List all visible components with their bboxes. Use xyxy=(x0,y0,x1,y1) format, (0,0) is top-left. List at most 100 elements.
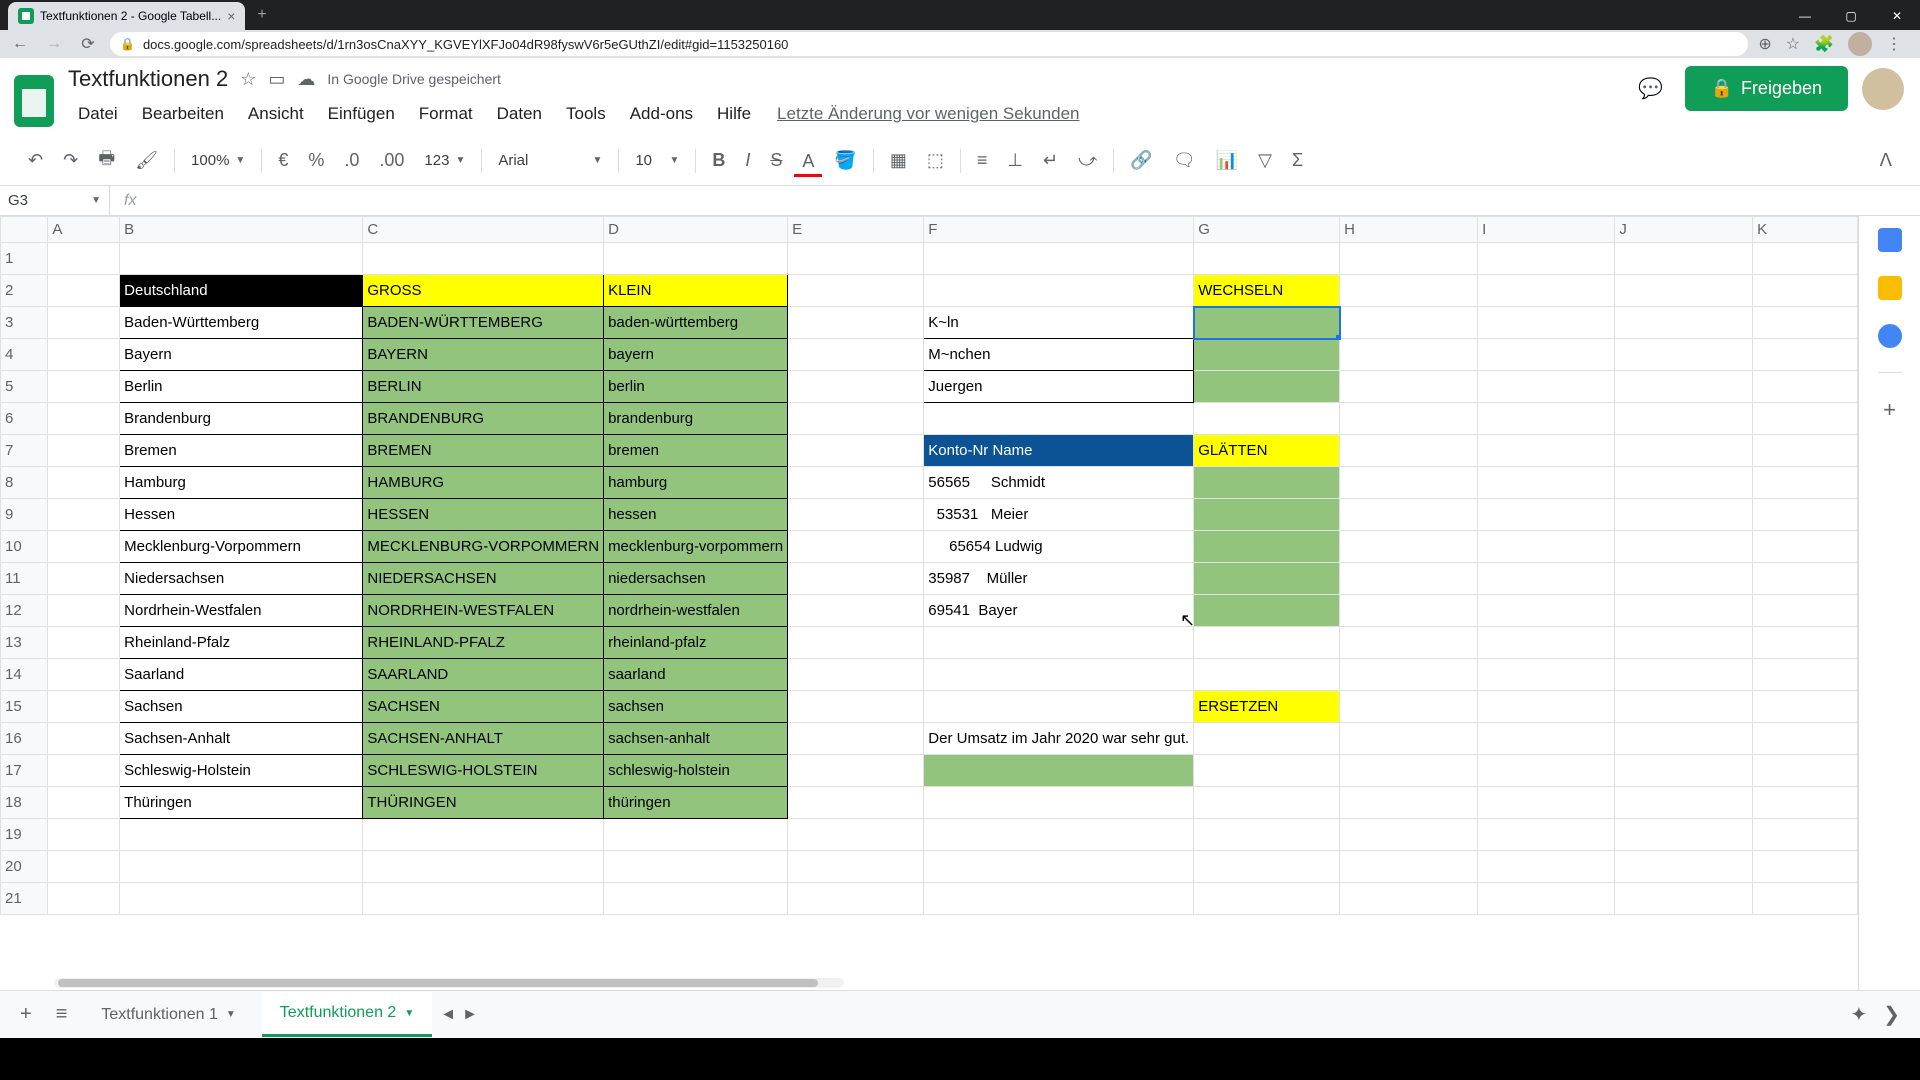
col-header[interactable]: J xyxy=(1615,217,1753,243)
explore-button[interactable]: ✦ xyxy=(1850,1002,1867,1027)
cell[interactable]: SACHSEN-ANHALT xyxy=(363,723,604,755)
new-tab-button[interactable]: + xyxy=(245,6,278,24)
row-header[interactable]: 11 xyxy=(1,563,48,595)
bold-button[interactable]: B xyxy=(704,144,733,177)
document-title[interactable]: Textfunktionen 2 xyxy=(68,66,228,92)
name-box[interactable]: G3 ▼ xyxy=(0,186,110,215)
cell[interactable] xyxy=(1194,499,1340,531)
number-format-select[interactable]: 123▼ xyxy=(416,148,473,173)
redo-button[interactable]: ↷ xyxy=(55,144,86,177)
col-header[interactable]: E xyxy=(788,217,924,243)
increase-decimal-button[interactable]: .00 xyxy=(371,144,412,177)
close-window-button[interactable]: ✕ xyxy=(1874,2,1920,30)
cell[interactable]: THÜRINGEN xyxy=(363,787,604,819)
cell[interactable]: 35987 Müller xyxy=(924,563,1194,595)
select-all-cell[interactable] xyxy=(1,217,48,243)
menu-format[interactable]: Format xyxy=(409,100,483,128)
back-button[interactable]: ← xyxy=(8,35,32,53)
cell[interactable]: ERSETZEN xyxy=(1194,691,1340,723)
row-header[interactable]: 13 xyxy=(1,627,48,659)
cell[interactable]: NORDRHEIN-WESTFALEN xyxy=(363,595,604,627)
cell[interactable]: 53531 Meier xyxy=(924,499,1194,531)
row-header[interactable]: 9 xyxy=(1,499,48,531)
all-sheets-button[interactable]: ≡ xyxy=(48,995,76,1034)
menu-tools[interactable]: Tools xyxy=(556,100,616,128)
print-button[interactable]: 🖶 xyxy=(90,140,123,182)
row-header[interactable]: 17 xyxy=(1,755,48,787)
menu-addons[interactable]: Add-ons xyxy=(620,100,703,128)
borders-button[interactable]: ▦ xyxy=(882,144,915,177)
cell[interactable]: sachsen xyxy=(604,691,788,723)
wrap-button[interactable]: ↵ xyxy=(1035,144,1066,177)
menu-data[interactable]: Daten xyxy=(487,100,552,128)
cell[interactable]: hamburg xyxy=(604,467,788,499)
chart-button[interactable]: 📊 xyxy=(1208,144,1246,177)
collapse-toolbar-button[interactable]: ᐱ xyxy=(1872,144,1900,177)
zoom-icon[interactable]: ⊕ xyxy=(1758,34,1771,54)
merge-button[interactable]: ⬚ xyxy=(919,144,952,177)
cell[interactable]: K~ln xyxy=(924,307,1194,339)
add-sheet-button[interactable]: + xyxy=(12,995,40,1034)
cell[interactable] xyxy=(924,755,1194,787)
cell[interactable]: thüringen xyxy=(604,787,788,819)
cell[interactable]: schleswig-holstein xyxy=(604,755,788,787)
account-avatar[interactable] xyxy=(1862,68,1904,110)
col-header[interactable]: D xyxy=(604,217,788,243)
cell[interactable]: Sachsen-Anhalt xyxy=(120,723,363,755)
row-header[interactable]: 12 xyxy=(1,595,48,627)
row-header[interactable]: 19 xyxy=(1,819,48,851)
h-align-button[interactable]: ≡ xyxy=(969,144,996,177)
cell[interactable]: GLÄTTEN xyxy=(1194,435,1340,467)
add-addon-button[interactable]: + xyxy=(1883,397,1896,423)
v-align-button[interactable]: ⊥ xyxy=(999,144,1031,177)
star-icon[interactable]: ☆ xyxy=(240,69,256,90)
cell[interactable]: 69541 Bayer xyxy=(924,595,1194,627)
cell[interactable]: Juergen xyxy=(924,371,1194,403)
italic-button[interactable]: I xyxy=(737,144,758,177)
row-header[interactable]: 4 xyxy=(1,339,48,371)
tasks-icon[interactable] xyxy=(1878,324,1902,348)
cell[interactable] xyxy=(1194,563,1340,595)
strike-button[interactable]: S xyxy=(762,144,790,177)
cell[interactable]: Hessen xyxy=(120,499,363,531)
cell[interactable]: mecklenburg-vorpommern xyxy=(604,531,788,563)
paint-format-button[interactable]: 🖌 xyxy=(127,144,166,177)
cell[interactable]: Deutschland xyxy=(120,275,363,307)
decrease-decimal-button[interactable]: .0 xyxy=(336,144,367,177)
rotate-button[interactable]: ⤻ xyxy=(1070,144,1105,177)
cell[interactable]: sachsen-anhalt xyxy=(604,723,788,755)
row-header[interactable]: 16 xyxy=(1,723,48,755)
menu-help[interactable]: Hilfe xyxy=(707,100,761,128)
menu-file[interactable]: Datei xyxy=(68,100,128,128)
cell[interactable]: 65654 Ludwig xyxy=(924,531,1194,563)
move-icon[interactable]: ▭ xyxy=(268,69,285,90)
sheet-tab-1[interactable]: Textfunktionen 1 ▼ xyxy=(83,994,253,1036)
keep-icon[interactable] xyxy=(1878,276,1902,300)
row-header[interactable]: 20 xyxy=(1,851,48,883)
cell[interactable]: Mecklenburg-Vorpommern xyxy=(120,531,363,563)
cell[interactable]: Saarland xyxy=(120,659,363,691)
percent-button[interactable]: % xyxy=(300,144,332,177)
col-header[interactable]: I xyxy=(1478,217,1615,243)
cell[interactable]: Der Umsatz im Jahr 2020 war sehr gut. xyxy=(924,723,1194,755)
cell[interactable] xyxy=(1194,595,1340,627)
menu-edit[interactable]: Bearbeiten xyxy=(132,100,234,128)
zoom-select[interactable]: 100%▼ xyxy=(183,148,253,173)
cell[interactable]: SACHSEN xyxy=(363,691,604,723)
cell[interactable]: Schleswig-Holstein xyxy=(120,755,363,787)
cell[interactable]: niedersachsen xyxy=(604,563,788,595)
cell[interactable]: BADEN-WÜRTTEMBERG xyxy=(363,307,604,339)
star-icon[interactable]: ☆ xyxy=(1786,34,1800,54)
row-header[interactable]: 3 xyxy=(1,307,48,339)
cell[interactable] xyxy=(1194,531,1340,563)
forward-button[interactable]: → xyxy=(42,35,66,53)
cell[interactable]: berlin xyxy=(604,371,788,403)
comment-button[interactable]: 🗨 xyxy=(1165,144,1204,177)
cell[interactable] xyxy=(1194,339,1340,371)
row-header[interactable]: 15 xyxy=(1,691,48,723)
cell[interactable]: M~nchen xyxy=(924,339,1194,371)
cell[interactable]: Brandenburg xyxy=(120,403,363,435)
row-header[interactable]: 6 xyxy=(1,403,48,435)
cell[interactable]: BAYERN xyxy=(363,339,604,371)
cell[interactable]: MECKLENBURG-VORPOMMERN xyxy=(363,531,604,563)
